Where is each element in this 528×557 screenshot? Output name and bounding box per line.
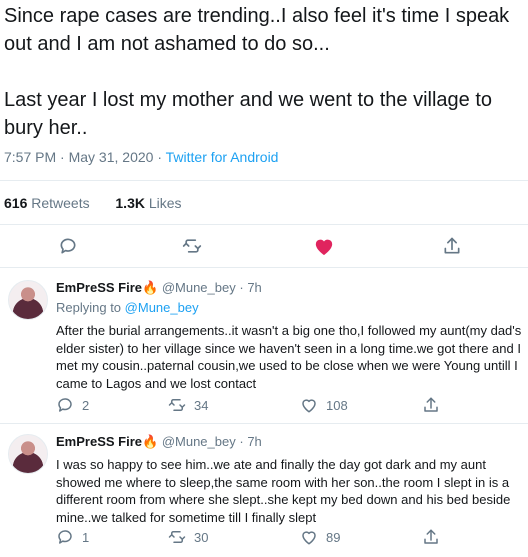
retweet-button[interactable]: 30	[168, 528, 208, 546]
reply-icon	[58, 530, 72, 544]
share-button[interactable]	[422, 396, 440, 414]
reply-count: 2	[82, 397, 90, 413]
mention-link[interactable]: @Mune_bey	[125, 300, 199, 315]
reply-tweet[interactable]: EmPreSS Fire🔥 @Mune_bey · 7h I was so ha…	[0, 424, 528, 557]
fire-icon: 🔥	[142, 280, 159, 295]
heart-filled-icon	[315, 239, 333, 256]
reply-text: I was so happy to see him..we ate and fi…	[56, 457, 511, 525]
reply-button[interactable]: 2	[56, 396, 89, 414]
reply-actions: 1 30 89	[56, 528, 496, 548]
avatar[interactable]	[8, 280, 48, 320]
share-button[interactable]	[438, 232, 466, 260]
retweet-icon	[168, 399, 186, 411]
heart-icon	[302, 531, 316, 545]
retweet-icon	[168, 531, 186, 543]
user-handle[interactable]: @Mune_bey	[162, 434, 236, 449]
display-name[interactable]: EmPreSS Fire	[56, 280, 142, 295]
tweet-time[interactable]: 7:57 PM	[4, 149, 56, 165]
retweets-stat[interactable]: 616 Retweets	[4, 195, 90, 211]
tweet-paragraph: Since rape cases are trending..I also fe…	[4, 5, 510, 55]
like-button[interactable]: 89	[300, 528, 340, 546]
reply-time[interactable]: 7h	[247, 280, 261, 295]
reply-count: 1	[82, 529, 90, 545]
reply-text: After the burial arrangements..it wasn't…	[56, 323, 522, 391]
like-button[interactable]	[310, 232, 338, 260]
reply-tweet[interactable]: EmPreSS Fire🔥 @Mune_bey · 7h Replying to…	[0, 268, 528, 431]
share-icon	[424, 397, 438, 412]
divider	[0, 224, 528, 225]
fire-icon: 🔥	[142, 434, 159, 449]
tweet-source-link[interactable]: Twitter for Android	[166, 149, 279, 165]
reply-button[interactable]	[54, 232, 82, 260]
like-count: 89	[326, 529, 341, 545]
tweet-actions	[0, 232, 528, 260]
tweet-stats: 616 Retweets 1.3K Likes	[4, 195, 182, 211]
tweet-date[interactable]: May 31, 2020	[69, 149, 154, 165]
tweet-text: Since rape cases are trending..I also fe…	[4, 2, 524, 142]
reply-icon	[60, 238, 76, 254]
share-icon	[424, 529, 438, 544]
retweet-icon	[182, 239, 202, 253]
user-handle[interactable]: @Mune_bey	[162, 280, 236, 295]
heart-icon	[302, 399, 316, 413]
avatar[interactable]	[8, 434, 48, 474]
likes-stat[interactable]: 1.3K Likes	[115, 195, 181, 211]
reply-icon	[58, 398, 72, 412]
like-button[interactable]: 108	[300, 396, 348, 414]
reply-actions: 2 34 108	[56, 396, 496, 416]
reply-header: EmPreSS Fire🔥 @Mune_bey · 7h	[56, 280, 262, 295]
reply-button[interactable]: 1	[56, 528, 89, 546]
divider	[0, 180, 528, 181]
replying-to: Replying to @Mune_bey	[56, 300, 199, 315]
share-button[interactable]	[422, 528, 440, 546]
tweet-paragraph: Last year I lost my mother and we went t…	[4, 89, 493, 139]
reply-header: EmPreSS Fire🔥 @Mune_bey · 7h	[56, 434, 262, 449]
like-count: 108	[326, 397, 348, 413]
retweet-button[interactable]: 34	[168, 396, 208, 414]
retweet-button[interactable]	[178, 232, 206, 260]
reply-time[interactable]: 7h	[247, 434, 261, 449]
share-icon	[444, 237, 460, 254]
tweet-meta: 7:57 PM · May 31, 2020 · Twitter for And…	[4, 149, 279, 165]
retweet-count: 34	[194, 397, 209, 413]
display-name[interactable]: EmPreSS Fire	[56, 434, 142, 449]
retweet-count: 30	[194, 529, 209, 545]
